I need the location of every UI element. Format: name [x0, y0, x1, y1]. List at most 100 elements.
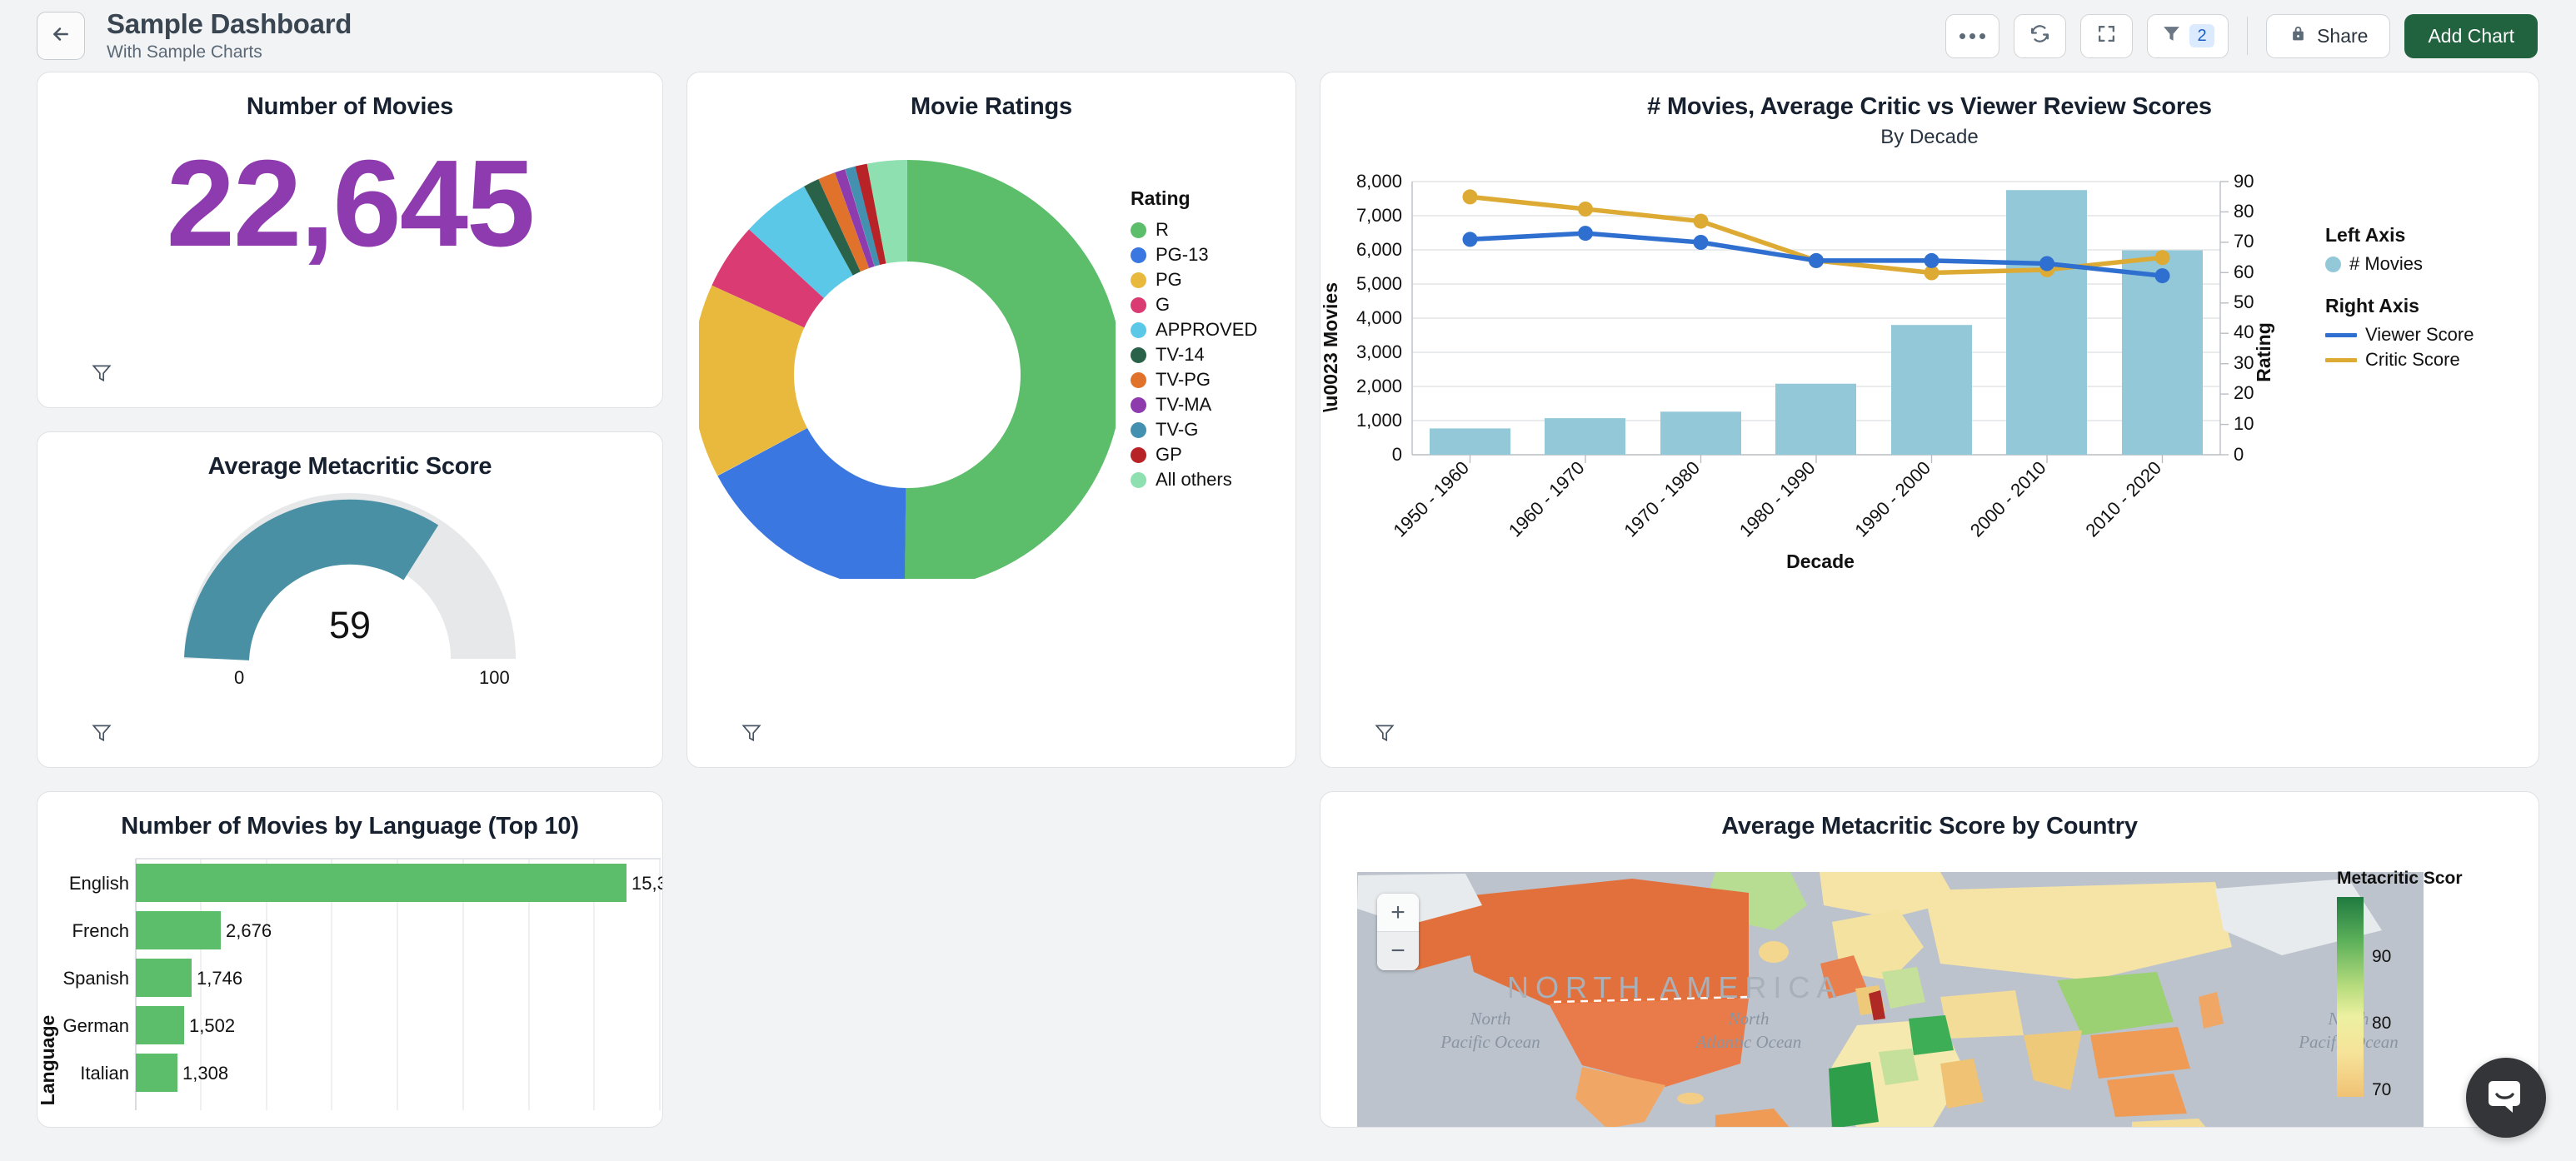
y-axis-label: \u0023 Movies: [1320, 282, 1341, 412]
y2-axis-ticks: 90 80 70 60 50 40 30 20 10 0: [2234, 171, 2254, 465]
svg-text:15,352: 15,352: [632, 873, 663, 894]
combo-legend: Left Axis # Movies Right Axis Viewer Sco…: [2325, 224, 2474, 705]
svg-text:2,676: 2,676: [226, 920, 272, 941]
card-movie-ratings[interactable]: Movie Ratings Rating R PG-13 PG G APPROV…: [686, 72, 1296, 768]
legend-swatch: [1131, 272, 1146, 288]
legend-item[interactable]: G: [1131, 292, 1257, 317]
legend-item[interactable]: GP: [1131, 442, 1257, 467]
legend-ticks: 90 80 70: [2364, 897, 2414, 1099]
svg-text:French: French: [72, 920, 129, 941]
x-axis-label: Decade: [1786, 551, 1855, 572]
legend-item[interactable]: Viewer Score: [2325, 322, 2474, 347]
legend-tick: 80: [2372, 1014, 2392, 1033]
card-movies-by-language[interactable]: Number of Movies by Language (Top 10) La…: [37, 791, 663, 1128]
legend-left-axis-title: Left Axis: [2325, 224, 2406, 246]
legend-item[interactable]: APPROVED: [1131, 317, 1257, 342]
legend-label: G: [1156, 294, 1171, 315]
filter-button[interactable]: 2: [2147, 13, 2229, 58]
legend-item[interactable]: TV-G: [1131, 417, 1257, 442]
page-subtitle: With Sample Charts: [107, 42, 262, 62]
svg-text:1990 - 2000: 1990 - 2000: [1850, 457, 1934, 541]
card-title: Movie Ratings: [911, 93, 1072, 120]
svg-text:80: 80: [2234, 201, 2254, 222]
map-geometry: [1357, 872, 2382, 1127]
column-left: Number of Movies 22,645 Average Metacrit…: [37, 72, 663, 1128]
svg-text:Italian: Italian: [80, 1063, 129, 1084]
value-labels: 15,352 2,676 1,746 1,502 1,308: [182, 873, 663, 1084]
lock-icon: [2289, 24, 2308, 48]
legend-swatch: [2325, 256, 2341, 272]
card-title: # Movies, Average Critic vs Viewer Revie…: [1647, 93, 2212, 120]
svg-text:English: English: [69, 873, 129, 894]
back-button[interactable]: [37, 12, 85, 60]
legend-label: PG: [1156, 269, 1182, 290]
map-zoom-controls: + −: [1377, 894, 1419, 970]
legend-title: Rating: [1131, 187, 1191, 209]
card-average-metacritic[interactable]: Average Metacritic Score 59 0 100: [37, 431, 663, 768]
svg-text:70: 70: [2234, 231, 2254, 252]
card-title: Average Metacritic Score by Country: [1721, 813, 2138, 840]
legend-label: APPROVED: [1156, 319, 1258, 340]
legend-item[interactable]: TV-PG: [1131, 367, 1257, 392]
svg-text:0: 0: [2234, 444, 2244, 465]
chat-launcher-button[interactable]: [2466, 1058, 2546, 1138]
funnel-icon[interactable]: [741, 722, 762, 745]
svg-text:5,000: 5,000: [1356, 273, 1402, 294]
funnel-icon[interactable]: [1374, 722, 1395, 745]
svg-text:2010 - 2020: 2010 - 2020: [2081, 457, 2165, 541]
chat-bubble-icon: [2484, 1074, 2528, 1122]
svg-text:8,000: 8,000: [1356, 171, 1402, 192]
svg-text:40: 40: [2234, 321, 2254, 342]
legend-item[interactable]: # Movies: [2325, 252, 2474, 277]
svg-text:1,000: 1,000: [1356, 410, 1402, 431]
legend-label: Critic Score: [2365, 349, 2460, 370]
legend-item[interactable]: PG: [1131, 267, 1257, 292]
svg-text:1970 - 1980: 1970 - 1980: [1620, 457, 1704, 541]
map-color-legend: Metacritic Scor 90 80 70: [2337, 869, 2495, 1099]
share-button[interactable]: Share: [2266, 13, 2391, 58]
legend-label: PG-13: [1156, 244, 1209, 265]
legend-swatch: [1131, 346, 1146, 363]
card-movies-critic-viewer[interactable]: # Movies, Average Critic vs Viewer Revie…: [1320, 72, 2539, 768]
svg-text:30: 30: [2234, 352, 2254, 373]
funnel-icon[interactable]: [91, 362, 112, 386]
card-metacritic-by-country[interactable]: Average Metacritic Score by Country NORT…: [1320, 791, 2539, 1128]
legend-item[interactable]: TV-MA: [1131, 392, 1257, 417]
page-title: Sample Dashboard: [107, 8, 352, 40]
add-chart-button[interactable]: Add Chart: [2404, 13, 2538, 58]
legend-label: TV-G: [1156, 419, 1199, 440]
filter-count-badge: 2: [2189, 24, 2214, 47]
fullscreen-button[interactable]: [2080, 13, 2134, 58]
refresh-button[interactable]: [2014, 13, 2067, 58]
legend-swatch: [1131, 396, 1146, 413]
svg-text:German: German: [63, 1015, 129, 1036]
svg-text:1,502: 1,502: [189, 1015, 235, 1036]
share-button-label: Share: [2317, 24, 2369, 47]
gauge-min-label: 0: [234, 667, 245, 688]
legend-item[interactable]: Critic Score: [2325, 347, 2474, 372]
bars: [1430, 190, 2203, 455]
legend-item[interactable]: All others: [1131, 467, 1257, 492]
legend-item[interactable]: R: [1131, 217, 1257, 242]
card-title: Number of Movies by Language (Top 10): [121, 813, 579, 840]
legend-item[interactable]: TV-14: [1131, 342, 1257, 367]
legend-item[interactable]: PG-13: [1131, 242, 1257, 267]
svg-text:Spanish: Spanish: [62, 968, 129, 989]
card-number-of-movies[interactable]: Number of Movies 22,645: [37, 72, 663, 408]
legend-label: All others: [1156, 469, 1232, 490]
funnel-icon[interactable]: [91, 722, 112, 745]
svg-text:20: 20: [2234, 382, 2254, 403]
refresh-icon: [2029, 23, 2050, 48]
y2-axis-label: Rating: [2253, 322, 2274, 382]
legend-tick: 90: [2372, 947, 2392, 966]
svg-text:1960 - 1970: 1960 - 1970: [1505, 457, 1589, 541]
more-options-button[interactable]: [1945, 13, 2000, 58]
svg-text:7,000: 7,000: [1356, 205, 1402, 226]
svg-text:50: 50: [2234, 291, 2254, 312]
zoom-in-button[interactable]: +: [1377, 894, 1419, 932]
svg-text:0: 0: [1392, 444, 1402, 465]
arrow-left-icon: [50, 23, 72, 49]
world-map[interactable]: NORTH AMERICA North Pacific Ocean North At…: [1357, 872, 2424, 1127]
zoom-out-button[interactable]: −: [1377, 932, 1419, 970]
legend-right-axis-title: Right Axis: [2325, 295, 2419, 316]
